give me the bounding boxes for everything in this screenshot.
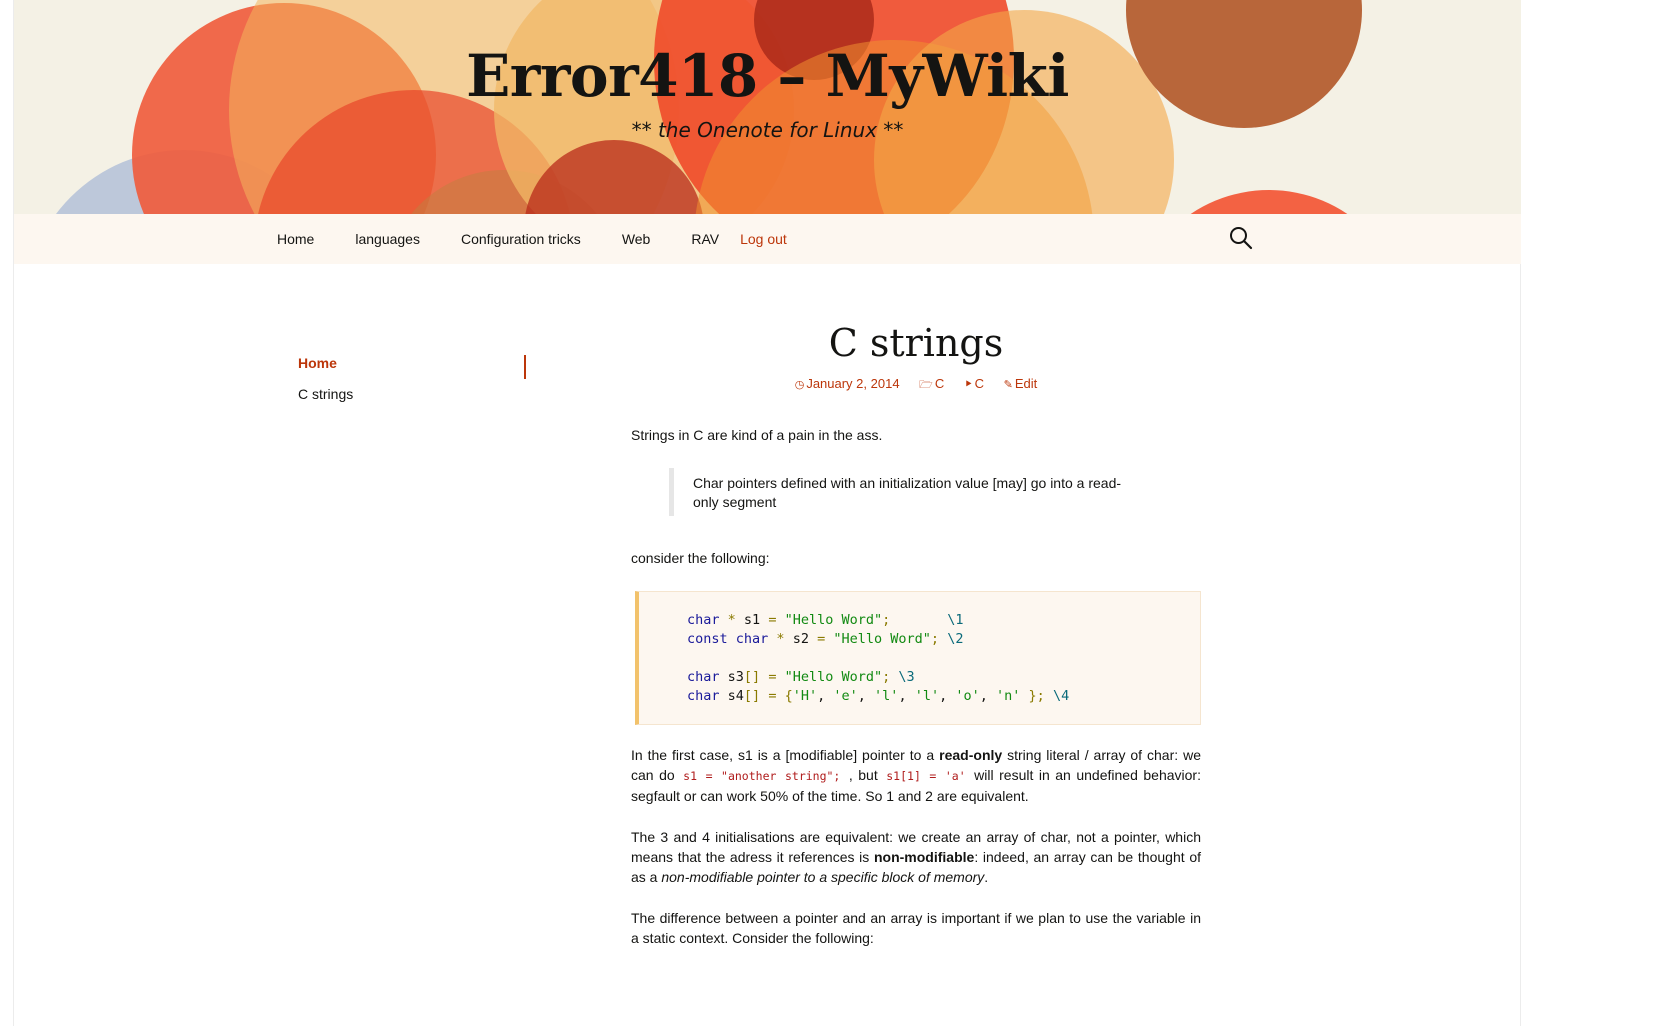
tag-link[interactable]: ⯈ C (964, 376, 984, 391)
code-line-2: const char * s2 = "Hello Word"; \2 (687, 631, 964, 647)
paragraph-first-case: In the first case, s1 is a [modifiable] … (631, 747, 1201, 804)
post-date-link[interactable]: ◷ January 2, 2014 (795, 376, 900, 391)
folder-icon: 🗁 (919, 379, 933, 391)
entry-meta: ◷ January 2, 2014 🗁 C ⯈ C ✎ Edit (631, 374, 1201, 395)
sidebar-current-marker (524, 355, 526, 379)
code-line-4: char s4[] = {'H', 'e', 'l', 'l', 'o', 'n… (687, 688, 1070, 704)
site-header: Error418 – MyWiki ** the Onenote for Lin… (14, 0, 1521, 214)
edit-label: Edit (1014, 376, 1038, 391)
paragraph-difference: The difference between a pointer and an … (631, 910, 1201, 946)
nav-item-home[interactable]: Home (277, 231, 314, 247)
nav-item-languages[interactable]: languages (355, 231, 420, 247)
intro-paragraph: Strings in C are kind of a pain in the a… (631, 427, 883, 443)
paragraph-initialisations: The 3 and 4 initialisations are equivale… (631, 829, 1202, 885)
pencil-icon: ✎ (1003, 379, 1013, 391)
nav-item-configuration-tricks[interactable]: Configuration tricks (461, 231, 581, 247)
edit-link[interactable]: ✎ Edit (1004, 376, 1038, 391)
code-line-3: char s3[] = "Hello Word"; \3 (687, 669, 915, 685)
main-navigation: Home languages Configuration tricks Web … (14, 214, 1521, 264)
code-line-1: char * s1 = "Hello Word"; \1 (687, 612, 964, 628)
sidebar-item-home[interactable]: Home (298, 355, 524, 371)
category-link[interactable]: 🗁 C (919, 376, 944, 391)
nav-item-rav[interactable]: RAV (691, 231, 719, 247)
nav-item-web[interactable]: Web (622, 231, 651, 247)
inline-code: s1 = "another string"; (683, 769, 841, 783)
logout-link[interactable]: Log out (740, 231, 787, 247)
post-date: January 2, 2014 (806, 376, 900, 391)
site-title[interactable]: Error418 – MyWiki (14, 42, 1521, 110)
code-block: char * s1 = "Hello Word"; \1 const char … (635, 591, 1201, 725)
nav-menu: Home languages Configuration tricks Web … (277, 214, 828, 264)
inline-code: s1[1] = 'a' (886, 769, 966, 783)
page-frame: Error418 – MyWiki ** the Onenote for Lin… (13, 0, 1521, 1026)
site-tagline: ** the Onenote for Linux ** (631, 118, 904, 142)
entry-content: Strings in C are kind of a pain in the a… (631, 425, 1201, 948)
page-title: C strings (828, 321, 1004, 365)
category-label: C (934, 376, 945, 391)
consider-paragraph: consider the following: (631, 550, 770, 566)
tag-icon: ⯈ (963, 379, 973, 391)
main-content: C strings ◷ January 2, 2014 🗁 C ⯈ C ✎ Edit S… (631, 318, 1201, 948)
blockquote: Char pointers defined with an initializa… (669, 468, 1201, 516)
sidebar-item-c-strings[interactable]: C strings (298, 386, 524, 402)
clock-icon: ◷ (794, 379, 805, 391)
search-icon[interactable] (1228, 225, 1254, 251)
tag-label: C (974, 376, 985, 391)
sidebar: Home C strings (298, 355, 526, 417)
